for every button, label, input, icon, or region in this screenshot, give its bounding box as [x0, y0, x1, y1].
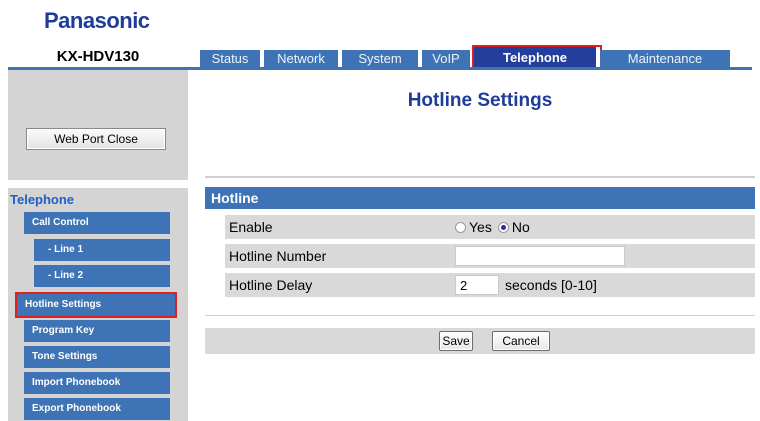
tab-system[interactable]: System — [342, 50, 422, 68]
panasonic-logo: Panasonic — [44, 8, 150, 33]
sidebar-item-export-phonebook[interactable]: Export Phonebook — [24, 398, 170, 420]
enable-no-label[interactable]: No — [512, 219, 530, 235]
main-tabs: Status Network System VoIP Telephone Mai… — [200, 45, 734, 70]
enable-yes-radio[interactable] — [455, 221, 466, 233]
tab-status[interactable]: Status — [200, 50, 264, 68]
sidebar-item-tone-settings[interactable]: Tone Settings — [24, 346, 170, 368]
hotline-number-input[interactable] — [455, 246, 625, 266]
tab-network[interactable]: Network — [264, 50, 342, 68]
section-header-hotline: Hotline — [205, 187, 755, 209]
hotline-delay-suffix: seconds [0-10] — [505, 277, 597, 293]
cancel-button[interactable]: Cancel — [492, 331, 550, 351]
enable-row: Enable Yes No — [225, 215, 755, 239]
hotline-number-row: Hotline Number — [225, 244, 755, 268]
sidebar-item-line-2[interactable]: - Line 2 — [34, 265, 170, 287]
page-title: Hotline Settings — [407, 90, 553, 111]
hotline-number-label: Hotline Number — [229, 248, 327, 264]
web-port-close-button[interactable]: Web Port Close — [26, 128, 166, 150]
enable-no-radio[interactable] — [497, 221, 509, 233]
sidebar-item-hotline-settings[interactable]: Hotline Settings — [15, 292, 177, 318]
title-divider — [205, 176, 755, 178]
hotline-delay-input[interactable] — [455, 275, 499, 295]
enable-radio-group: Yes No — [455, 215, 536, 239]
hotline-delay-label: Hotline Delay — [229, 277, 313, 293]
sidebar: Web Port Close Telephone Call Control - … — [8, 70, 188, 421]
sidebar-item-line-1[interactable]: - Line 1 — [34, 239, 170, 261]
action-bar: Save Cancel — [205, 328, 755, 354]
save-button[interactable]: Save — [439, 331, 473, 351]
sidebar-item-import-phonebook[interactable]: Import Phonebook — [24, 372, 170, 394]
model-name: KX-HDV130 — [56, 48, 140, 65]
hotline-delay-row: Hotline Delay seconds [0-10] — [225, 273, 755, 297]
form-divider — [205, 315, 755, 316]
sidebar-item-call-control[interactable]: Call Control — [24, 212, 170, 234]
tab-voip[interactable]: VoIP — [422, 50, 474, 68]
tab-maintenance[interactable]: Maintenance — [600, 50, 734, 68]
enable-yes-label[interactable]: Yes — [469, 219, 492, 235]
sidebar-item-program-key[interactable]: Program Key — [24, 320, 170, 342]
sidebar-heading: Telephone — [10, 192, 75, 207]
tab-telephone[interactable]: Telephone — [472, 45, 602, 70]
enable-label: Enable — [229, 219, 273, 235]
sidebar-divider — [8, 180, 188, 188]
